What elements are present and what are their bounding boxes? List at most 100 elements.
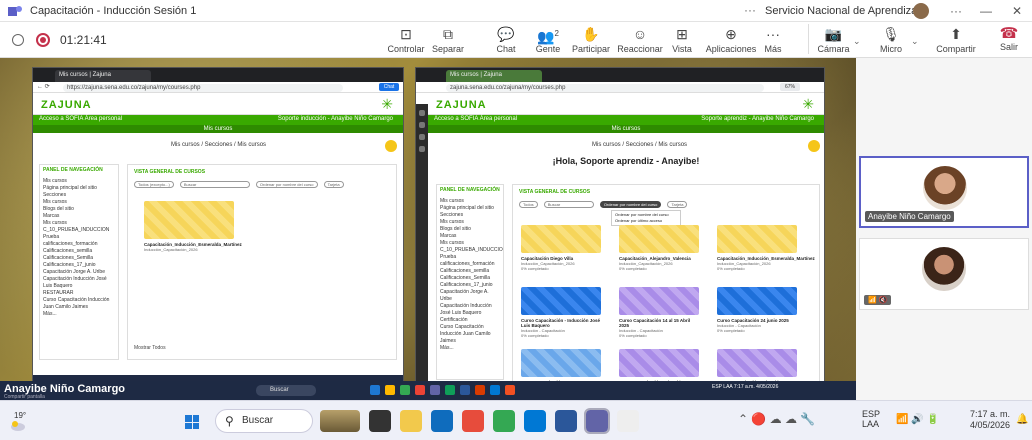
participant-tile[interactable]: 📶 🔇 <box>859 238 1029 310</box>
course-card[interactable]: Curso Capacitación 14 al 15 Abril 2025 In… <box>619 287 699 338</box>
browser-tab[interactable]: Mis cursos | Zajuna <box>55 70 151 82</box>
nav-panel-item[interactable]: calificaciones_formación <box>43 241 115 248</box>
nav-panel-item[interactable]: Página principal del sitio <box>43 185 115 192</box>
zoom-badge[interactable]: 67% <box>780 83 800 91</box>
nav-arrows-icon[interactable]: ← ⟳ <box>37 83 50 90</box>
more-icon[interactable]: ··· <box>950 4 962 18</box>
nav-panel-item[interactable]: Calificaciones_semilla <box>43 248 115 255</box>
course-card[interactable]: Curso Capacitación Mayo 2025 <box>521 349 601 385</box>
participant-tile-active[interactable]: Anayibe Niño Camargo <box>859 156 1029 228</box>
notification-icon[interactable]: 🔔 <box>1016 414 1028 425</box>
side-panel-icon[interactable] <box>419 110 425 116</box>
firefox-icon[interactable] <box>462 410 484 432</box>
taskbar-clock[interactable]: 7:17 a. m. 4/05/2026 <box>958 409 1010 431</box>
camera-button[interactable]: 📷 Cámara <box>808 24 858 54</box>
nav-panel-item[interactable]: Mis cursos <box>440 240 500 247</box>
course-card[interactable]: Curso Capacitación Inducción Jorge <box>619 349 699 385</box>
word-icon[interactable] <box>555 410 577 432</box>
course-card[interactable]: Curso Capacitación 24 junio 2025 Inducció… <box>717 287 797 333</box>
nav-panel-item[interactable]: Calificaciones_17_junio <box>440 282 500 289</box>
extension-icon[interactable]: Chat <box>379 83 399 91</box>
language-indicator[interactable]: ESP LAA <box>862 409 880 429</box>
nav-left-links[interactable]: Acceso a SOFIA Área personal <box>434 116 517 122</box>
nav-panel-item[interactable]: Marcas <box>440 233 500 240</box>
nav-panel-item[interactable]: Certificación <box>440 317 500 324</box>
nav-panel-item[interactable]: Prueba <box>440 254 500 261</box>
course-card[interactable]: Curso Capacitación Inducción Juan <box>717 349 797 385</box>
nav-panel-item[interactable]: C_10_PRUEBA_INDUCCION <box>440 247 503 254</box>
search-input[interactable]: Buscar <box>179 181 250 188</box>
sort-select[interactable]: Ordenar por nombre del curso <box>255 181 318 188</box>
nav-panel-item[interactable]: RESTAURAR <box>43 290 115 297</box>
more-options-icon[interactable]: ··· <box>744 3 756 17</box>
side-panel-icon[interactable] <box>419 146 425 152</box>
nav-panel-item[interactable]: Blogs del sitio <box>43 206 115 213</box>
raise-hand-button[interactable]: ✋ Participar <box>566 24 616 54</box>
nav-panel-item[interactable]: Capacitación Jorge A. Uribe <box>440 289 500 303</box>
url-field[interactable]: zajuna.sena.edu.co/zajuna/my/courses.php <box>446 84 764 92</box>
weather-cloud-icon[interactable] <box>10 421 26 431</box>
weather-temp[interactable]: 19° <box>14 411 26 420</box>
taskbar-search[interactable]: ⚲ Buscar <box>215 409 313 433</box>
filter-all-select[interactable]: Todos <box>519 201 538 208</box>
close-window-icon[interactable]: ✕ <box>1012 4 1022 18</box>
user-avatar[interactable] <box>913 3 929 19</box>
course-card[interactable]: Capacitación Diego Villa Inducción_Capaci… <box>521 225 601 271</box>
dropdown-option[interactable]: Ordenar por último acceso <box>615 218 677 224</box>
mic-button[interactable]: 🎙 Micro <box>866 24 916 54</box>
nav-panel-item[interactable]: Capacitación Jorge A. Uribe <box>43 269 115 276</box>
nav-panel-item[interactable]: Capacitación Inducción José Luis Baquero <box>43 276 115 290</box>
nav-panel-item[interactable]: Calificaciones_17_junio <box>43 262 115 269</box>
start-button[interactable] <box>185 415 199 429</box>
view-select[interactable]: Tarjeta <box>323 181 344 188</box>
browser-tab[interactable]: Mis cursos | Zajuna <box>446 70 542 82</box>
widgets-icon[interactable] <box>320 410 360 432</box>
nav-panel-item[interactable]: Más... <box>440 345 500 352</box>
course-card[interactable]: Capacitación_Alejandro_Valencia Inducción… <box>619 225 699 271</box>
nav-panel-item[interactable]: Más... <box>43 311 115 318</box>
nav-panel-item[interactable]: Curso Capacitación Inducción Juan Camilo… <box>440 324 500 345</box>
nav-panel-item[interactable]: Página principal del sitio <box>440 205 500 212</box>
nav-panel-item[interactable]: Calificaciones_Semilla <box>440 275 500 282</box>
popout-button[interactable]: ⧉ Separar <box>423 24 473 54</box>
task-view-icon[interactable] <box>369 410 391 432</box>
more-button[interactable]: ··· Más <box>748 24 798 54</box>
nav-panel-item[interactable]: Blogs del sitio <box>440 226 500 233</box>
course-card[interactable]: Capacitación_Inducción_Esmeralda_Martíne… <box>144 201 242 252</box>
filter-all-select[interactable]: Todos (excepto...) <box>134 181 174 188</box>
share-button[interactable]: ⬆ Compartir <box>928 24 984 54</box>
course-card[interactable]: Curso Capacitación - Inducción José Luis… <box>521 287 601 338</box>
wifi-sound-battery-icon[interactable]: 📶 🔊 🔋 <box>896 414 939 425</box>
course-title[interactable]: Curso Capacitación 14 al 15 Abril 2025 <box>619 318 699 328</box>
nav-left-links[interactable]: Acceso a SOFIA Área personal <box>39 116 122 122</box>
user-menu[interactable]: Soporte aprendiz - Anayibe Niño Camargo <box>701 116 814 122</box>
search-input[interactable]: Buscar <box>543 201 594 208</box>
nav-panel-item[interactable]: Secciones <box>440 212 500 219</box>
chrome-icon[interactable] <box>493 410 515 432</box>
edge-icon[interactable] <box>431 410 453 432</box>
browser-window-right[interactable]: Mis cursos | Zajuna zajuna.sena.edu.co/z… <box>415 67 825 387</box>
user-menu[interactable]: Soporte inducción - Anayibe Niño Camargo <box>278 116 393 122</box>
nav-panel-item[interactable]: Capacitación Inducción José Luis Baquero <box>440 303 500 317</box>
nav-panel-item[interactable]: Mis cursos <box>43 178 115 185</box>
nav-panel-item[interactable]: Prueba <box>43 234 115 241</box>
browser-window-left[interactable]: Mis cursos | Zajuna ← ⟳ https://zajuna.s… <box>32 67 404 385</box>
side-panel-icon[interactable] <box>419 134 425 140</box>
file-explorer-icon[interactable] <box>400 410 422 432</box>
mic-chevron-icon[interactable]: ⌄ <box>911 36 919 47</box>
show-select[interactable]: Mostrar Todos <box>134 345 166 351</box>
app-icon[interactable] <box>617 410 639 432</box>
course-card[interactable]: Capacitación_Inducción_Esmeralda_Martíne… <box>717 225 815 271</box>
nav-panel-item[interactable]: calificaciones_formación <box>440 261 500 268</box>
nav-panel-item[interactable]: Mis cursos <box>43 220 115 227</box>
view-select[interactable]: Tarjeta <box>667 201 688 208</box>
nav-panel-item[interactable]: Calificaciones_semilla <box>440 268 500 275</box>
teams-icon[interactable] <box>584 408 610 434</box>
outlook-icon[interactable] <box>524 410 546 432</box>
url-field[interactable]: https://zajuna.sena.edu.co/zajuna/my/cou… <box>63 84 343 92</box>
minimize-icon[interactable]: — <box>980 4 992 18</box>
course-title[interactable]: Curso Capacitación - Inducción José Luis… <box>521 318 601 328</box>
nav-panel-item[interactable]: Mis cursos <box>440 219 500 226</box>
nav-panel-item[interactable]: Marcas <box>43 213 115 220</box>
sort-select[interactable]: Ordenar por nombre del curso <box>599 201 662 208</box>
